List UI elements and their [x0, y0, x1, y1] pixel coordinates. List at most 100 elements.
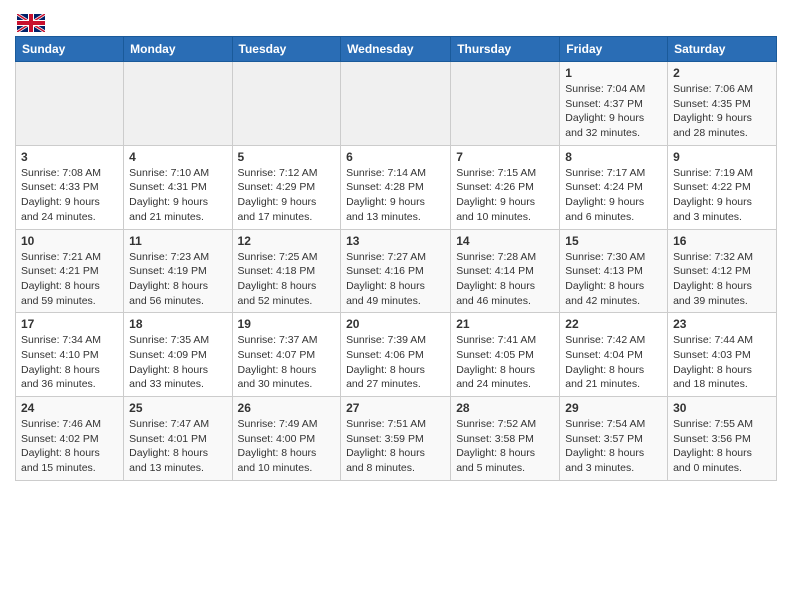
calendar-cell: 3 Sunrise: 7:08 AM Sunset: 4:33 PM Daylig… — [16, 145, 124, 229]
calendar-cell: 11 Sunrise: 7:23 AM Sunset: 4:19 PM Dayli… — [124, 229, 232, 313]
calendar-cell: 22Sunrise: 7:42 AM Sunset: 4:04 PM Dayli… — [560, 313, 668, 397]
day-number: 14 — [456, 234, 554, 248]
day-number: 23 — [673, 317, 771, 331]
day-info: Sunrise: 7:54 AM Sunset: 3:57 PM Dayligh… — [565, 417, 662, 476]
weekday-header-friday: Friday — [560, 37, 668, 62]
day-number: 22 — [565, 317, 662, 331]
cell-content: 10 Sunrise: 7:21 AM Sunset: 4:21 PM Dayli… — [21, 234, 118, 309]
day-info: Sunrise: 7:35 AM Sunset: 4:09 PM Dayligh… — [129, 333, 226, 392]
calendar-cell — [232, 62, 341, 146]
day-info: Sunrise: 7:30 AM Sunset: 4:13 PM Dayligh… — [565, 250, 662, 309]
cell-content: 4Sunrise: 7:10 AM Sunset: 4:31 PM Daylig… — [129, 150, 226, 225]
day-number: 7 — [456, 150, 554, 164]
cell-content: 9Sunrise: 7:19 AM Sunset: 4:22 PM Daylig… — [673, 150, 771, 225]
day-number: 10 — [21, 234, 118, 248]
day-info: Sunrise: 7:17 AM Sunset: 4:24 PM Dayligh… — [565, 166, 662, 225]
day-number: 2 — [673, 66, 771, 80]
cell-content: 17 Sunrise: 7:34 AM Sunset: 4:10 PM Dayli… — [21, 317, 118, 392]
calendar-week-row: 10 Sunrise: 7:21 AM Sunset: 4:21 PM Dayli… — [16, 229, 777, 313]
cell-content: 20 Sunrise: 7:39 AM Sunset: 4:06 PM Dayli… — [346, 317, 445, 392]
cell-content: 5 Sunrise: 7:12 AM Sunset: 4:29 PM Daylig… — [238, 150, 336, 225]
day-info: Sunrise: 7:37 AM Sunset: 4:07 PM Dayligh… — [238, 333, 336, 392]
calendar-header-row: SundayMondayTuesdayWednesdayThursdayFrid… — [16, 37, 777, 62]
logo — [15, 14, 45, 32]
cell-content: 28Sunrise: 7:52 AM Sunset: 3:58 PM Dayli… — [456, 401, 554, 476]
cell-content: 11 Sunrise: 7:23 AM Sunset: 4:19 PM Dayli… — [129, 234, 226, 309]
day-number: 17 — [21, 317, 118, 331]
day-number: 4 — [129, 150, 226, 164]
day-info: Sunrise: 7:15 AM Sunset: 4:26 PM Dayligh… — [456, 166, 554, 225]
day-info: Sunrise: 7:12 AM Sunset: 4:29 PM Dayligh… — [238, 166, 336, 225]
cell-content: 7 Sunrise: 7:15 AM Sunset: 4:26 PM Daylig… — [456, 150, 554, 225]
cell-content: 23 Sunrise: 7:44 AM Sunset: 4:03 PM Dayli… — [673, 317, 771, 392]
day-number: 20 — [346, 317, 445, 331]
calendar-cell: 1Sunrise: 7:04 AM Sunset: 4:37 PM Daylig… — [560, 62, 668, 146]
day-number: 30 — [673, 401, 771, 415]
day-info: Sunrise: 7:52 AM Sunset: 3:58 PM Dayligh… — [456, 417, 554, 476]
day-number: 21 — [456, 317, 554, 331]
calendar-cell — [124, 62, 232, 146]
day-number: 6 — [346, 150, 445, 164]
day-info: Sunrise: 7:46 AM Sunset: 4:02 PM Dayligh… — [21, 417, 118, 476]
cell-content: 22Sunrise: 7:42 AM Sunset: 4:04 PM Dayli… — [565, 317, 662, 392]
day-info: Sunrise: 7:41 AM Sunset: 4:05 PM Dayligh… — [456, 333, 554, 392]
day-number: 3 — [21, 150, 118, 164]
day-info: Sunrise: 7:08 AM Sunset: 4:33 PM Dayligh… — [21, 166, 118, 225]
calendar-cell: 5 Sunrise: 7:12 AM Sunset: 4:29 PM Daylig… — [232, 145, 341, 229]
weekday-header-thursday: Thursday — [451, 37, 560, 62]
calendar-cell: 20 Sunrise: 7:39 AM Sunset: 4:06 PM Dayli… — [341, 313, 451, 397]
cell-content: 30 Sunrise: 7:55 AM Sunset: 3:56 PM Dayli… — [673, 401, 771, 476]
calendar-week-row: 1Sunrise: 7:04 AM Sunset: 4:37 PM Daylig… — [16, 62, 777, 146]
calendar-table: SundayMondayTuesdayWednesdayThursdayFrid… — [15, 36, 777, 481]
calendar-cell: 2 Sunrise: 7:06 AM Sunset: 4:35 PM Daylig… — [668, 62, 777, 146]
calendar-week-row: 17 Sunrise: 7:34 AM Sunset: 4:10 PM Dayli… — [16, 313, 777, 397]
cell-content: 13 Sunrise: 7:27 AM Sunset: 4:16 PM Dayli… — [346, 234, 445, 309]
cell-content: 18Sunrise: 7:35 AM Sunset: 4:09 PM Dayli… — [129, 317, 226, 392]
calendar-cell: 27Sunrise: 7:51 AM Sunset: 3:59 PM Dayli… — [341, 397, 451, 481]
calendar-cell: 10 Sunrise: 7:21 AM Sunset: 4:21 PM Dayli… — [16, 229, 124, 313]
calendar-cell: 8Sunrise: 7:17 AM Sunset: 4:24 PM Daylig… — [560, 145, 668, 229]
calendar-cell: 16 Sunrise: 7:32 AM Sunset: 4:12 PM Dayli… — [668, 229, 777, 313]
cell-content: 2 Sunrise: 7:06 AM Sunset: 4:35 PM Daylig… — [673, 66, 771, 141]
day-number: 13 — [346, 234, 445, 248]
cell-content: 3 Sunrise: 7:08 AM Sunset: 4:33 PM Daylig… — [21, 150, 118, 225]
day-info: Sunrise: 7:32 AM Sunset: 4:12 PM Dayligh… — [673, 250, 771, 309]
day-number: 11 — [129, 234, 226, 248]
calendar-cell: 15Sunrise: 7:30 AM Sunset: 4:13 PM Dayli… — [560, 229, 668, 313]
day-info: Sunrise: 7:06 AM Sunset: 4:35 PM Dayligh… — [673, 82, 771, 141]
day-number: 5 — [238, 150, 336, 164]
day-info: Sunrise: 7:44 AM Sunset: 4:03 PM Dayligh… — [673, 333, 771, 392]
day-info: Sunrise: 7:34 AM Sunset: 4:10 PM Dayligh… — [21, 333, 118, 392]
calendar-cell — [451, 62, 560, 146]
day-info: Sunrise: 7:49 AM Sunset: 4:00 PM Dayligh… — [238, 417, 336, 476]
calendar-cell — [341, 62, 451, 146]
calendar-cell: 28Sunrise: 7:52 AM Sunset: 3:58 PM Dayli… — [451, 397, 560, 481]
cell-content: 25Sunrise: 7:47 AM Sunset: 4:01 PM Dayli… — [129, 401, 226, 476]
cell-content: 12Sunrise: 7:25 AM Sunset: 4:18 PM Dayli… — [238, 234, 336, 309]
cell-content: 26 Sunrise: 7:49 AM Sunset: 4:00 PM Dayli… — [238, 401, 336, 476]
day-info: Sunrise: 7:27 AM Sunset: 4:16 PM Dayligh… — [346, 250, 445, 309]
calendar-cell: 4Sunrise: 7:10 AM Sunset: 4:31 PM Daylig… — [124, 145, 232, 229]
day-number: 26 — [238, 401, 336, 415]
calendar-cell: 24Sunrise: 7:46 AM Sunset: 4:02 PM Dayli… — [16, 397, 124, 481]
day-number: 16 — [673, 234, 771, 248]
day-info: Sunrise: 7:21 AM Sunset: 4:21 PM Dayligh… — [21, 250, 118, 309]
day-info: Sunrise: 7:55 AM Sunset: 3:56 PM Dayligh… — [673, 417, 771, 476]
weekday-header-tuesday: Tuesday — [232, 37, 341, 62]
logo-flag-icon — [17, 14, 45, 32]
calendar-cell: 26 Sunrise: 7:49 AM Sunset: 4:00 PM Dayli… — [232, 397, 341, 481]
calendar-cell: 17 Sunrise: 7:34 AM Sunset: 4:10 PM Dayli… — [16, 313, 124, 397]
day-number: 1 — [565, 66, 662, 80]
day-info: Sunrise: 7:23 AM Sunset: 4:19 PM Dayligh… — [129, 250, 226, 309]
calendar-cell: 12Sunrise: 7:25 AM Sunset: 4:18 PM Dayli… — [232, 229, 341, 313]
calendar-cell: 9Sunrise: 7:19 AM Sunset: 4:22 PM Daylig… — [668, 145, 777, 229]
weekday-header-sunday: Sunday — [16, 37, 124, 62]
day-info: Sunrise: 7:39 AM Sunset: 4:06 PM Dayligh… — [346, 333, 445, 392]
calendar-cell: 29Sunrise: 7:54 AM Sunset: 3:57 PM Dayli… — [560, 397, 668, 481]
day-info: Sunrise: 7:25 AM Sunset: 4:18 PM Dayligh… — [238, 250, 336, 309]
weekday-header-monday: Monday — [124, 37, 232, 62]
calendar-cell: 19 Sunrise: 7:37 AM Sunset: 4:07 PM Dayli… — [232, 313, 341, 397]
day-info: Sunrise: 7:19 AM Sunset: 4:22 PM Dayligh… — [673, 166, 771, 225]
day-number: 19 — [238, 317, 336, 331]
calendar-cell: 7 Sunrise: 7:15 AM Sunset: 4:26 PM Daylig… — [451, 145, 560, 229]
